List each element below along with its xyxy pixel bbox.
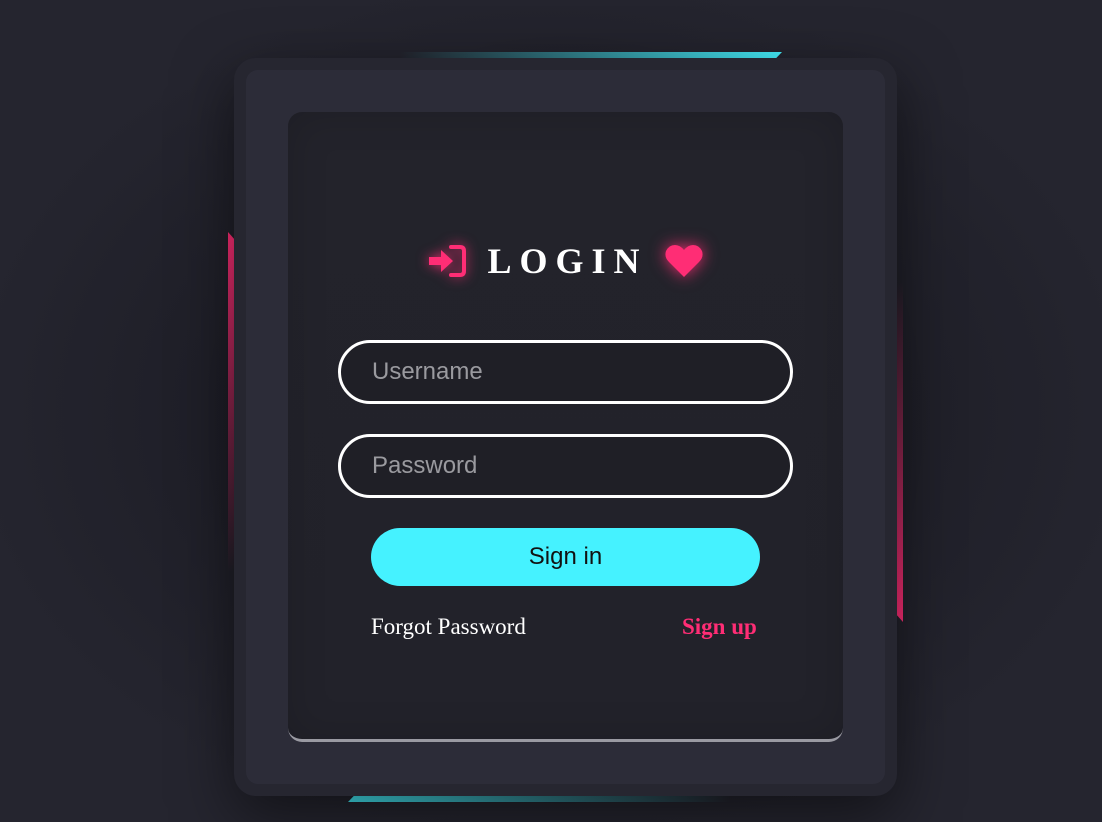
sign-in-button[interactable]: Sign in: [371, 528, 760, 586]
neon-bar-right: [897, 282, 903, 622]
sign-up-link[interactable]: Sign up: [682, 614, 757, 640]
login-header: LOGIN: [288, 236, 843, 286]
neon-bar-bottom: [348, 796, 730, 802]
login-frame-outer: LOGIN Sign in Forgot Password Sign up: [234, 58, 897, 796]
page-title: LOGIN: [487, 241, 648, 281]
login-card: LOGIN Sign in Forgot Password Sign up: [288, 112, 843, 742]
login-frame-inner: LOGIN Sign in Forgot Password Sign up: [246, 70, 885, 784]
forgot-password-link[interactable]: Forgot Password: [371, 614, 526, 640]
username-input[interactable]: [338, 340, 793, 404]
heart-icon: [664, 245, 703, 277]
sign-in-icon: [429, 245, 467, 277]
password-input[interactable]: [338, 434, 793, 498]
